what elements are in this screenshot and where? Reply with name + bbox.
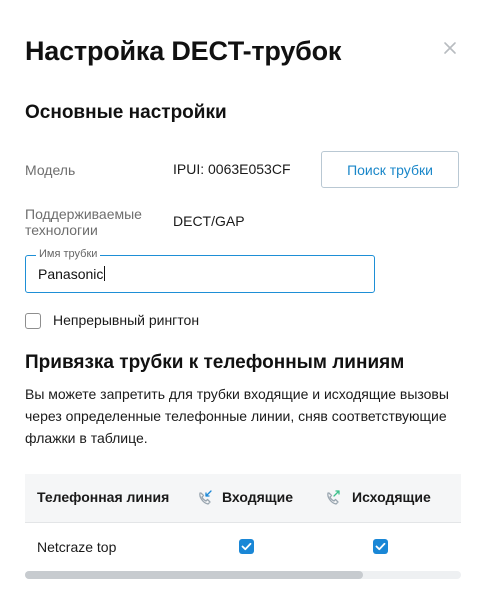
outgoing-checkbox[interactable] [373,539,388,554]
table-row: Netcraze top [25,523,461,569]
continuous-ring-checkbox[interactable] [25,313,41,329]
handset-name-value: Panasonic [38,266,104,282]
text-caret [104,266,106,281]
column-header-outgoing: Исходящие [352,489,431,505]
dialog-title: Настройка DECT-трубок [25,36,342,66]
tech-label: Поддерживаемые технологии [25,206,142,238]
lines-table: Телефонная линия Входящие Исходящие Netc… [25,474,461,570]
find-handset-button[interactable]: Поиск трубки [321,151,459,188]
model-value: IPUI: 0063E053CF [173,161,291,177]
incoming-checkbox[interactable] [239,539,254,554]
tech-label-line2: технологии [25,222,98,238]
table-horizontal-scrollbar[interactable] [25,571,461,579]
handset-name-label: Имя трубки [36,248,101,260]
continuous-ring-label: Непрерывный рингтон [53,312,200,328]
line-binding-description: Вы можете запретить для трубки входящие … [25,386,449,446]
dect-settings-dialog: Настройка DECT-трубок Основные настройки… [0,0,488,606]
model-label: Модель [25,162,76,178]
tech-value: DECT/GAP [173,213,245,229]
handset-name-field[interactable]: Имя трубки Panasonic [25,248,375,293]
line-name: Netcraze top [37,539,117,555]
tech-label-line1: Поддерживаемые [25,206,142,222]
close-icon[interactable] [440,38,460,58]
handset-name-input[interactable]: Panasonic [38,266,106,282]
column-header-incoming: Входящие [222,489,293,505]
basic-settings-title: Основные настройки [25,102,227,123]
outgoing-call-icon [323,488,343,508]
column-header-line: Телефонная линия [37,489,170,505]
line-binding-title: Привязка трубки к телефонным линиям [25,352,405,373]
incoming-call-icon [195,488,215,508]
scrollbar-thumb[interactable] [25,571,363,579]
table-header: Телефонная линия Входящие Исходящие [25,474,461,523]
